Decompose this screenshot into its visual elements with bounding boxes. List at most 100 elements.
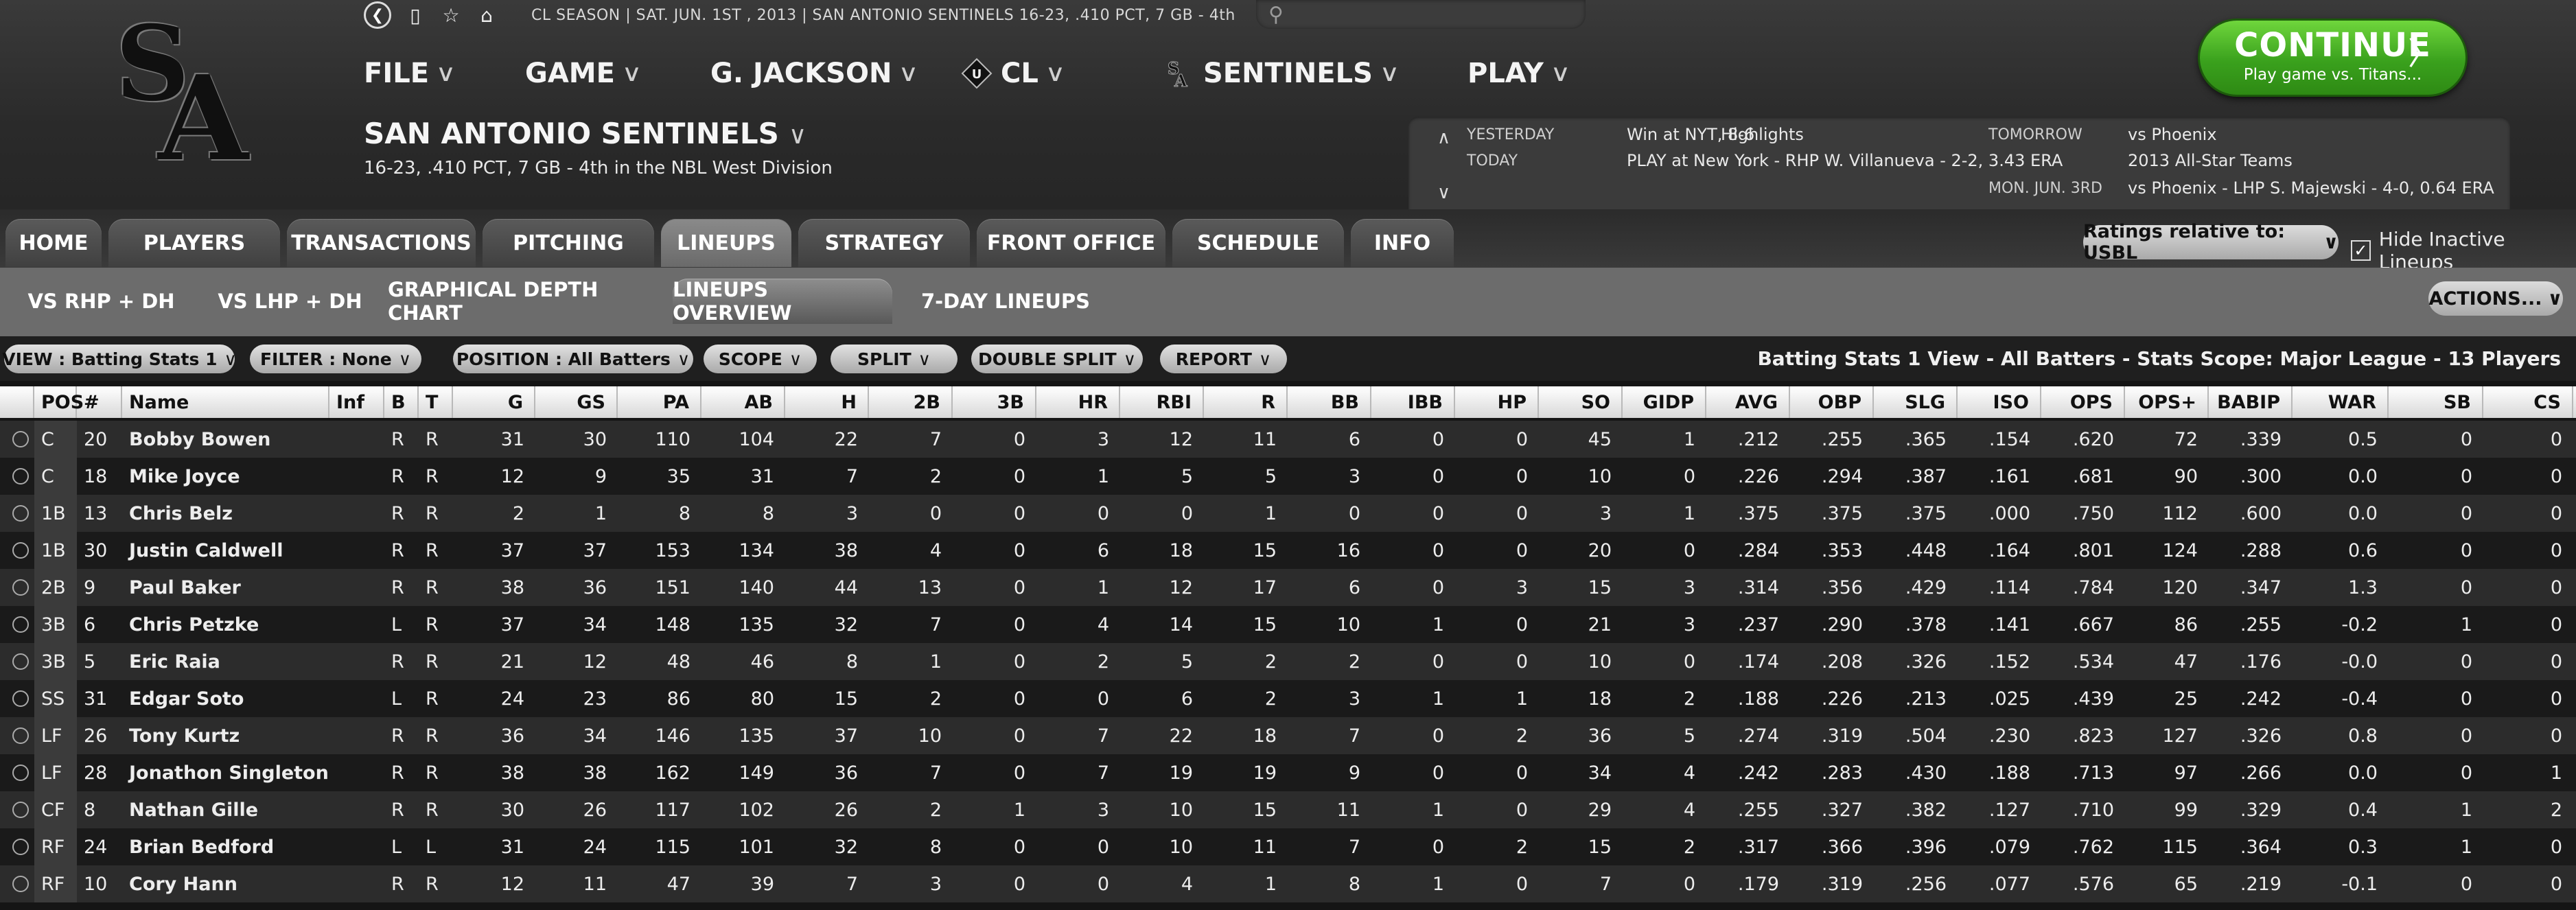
subtab-lineups-overview[interactable]: LINEUPS OVERVIEW bbox=[673, 278, 892, 325]
column-header[interactable]: AVG bbox=[1706, 386, 1790, 418]
row-select-cell[interactable] bbox=[7, 532, 34, 569]
player-name-link[interactable]: Brian Bedford bbox=[122, 828, 329, 865]
table-row[interactable]: LF 26 Tony Kurtz R R 36 34 146 135 37 10 0 7 22 18 7 0 2 3… bbox=[0, 717, 2576, 754]
tab-transactions[interactable]: TRANSACTIONS bbox=[287, 219, 476, 267]
home-icon[interactable]: ⌂ bbox=[475, 3, 498, 27]
row-select-cell[interactable] bbox=[7, 606, 34, 643]
today-game[interactable]: PLAY at New York - RHP W. Villanueva - 2… bbox=[1627, 151, 2063, 170]
page-icon[interactable]: ▯ bbox=[404, 3, 427, 27]
row-select-cell[interactable] bbox=[7, 754, 34, 791]
column-header[interactable]: RBI bbox=[1120, 386, 1204, 418]
row-select-radio[interactable] bbox=[12, 468, 29, 485]
row-select-radio[interactable] bbox=[12, 765, 29, 781]
menu-play[interactable]: PLAY ∨ bbox=[1467, 58, 1570, 89]
row-select-radio[interactable] bbox=[12, 727, 29, 744]
subtab-7-day-lineups[interactable]: 7-DAY LINEUPS bbox=[913, 279, 1098, 324]
row-select-radio[interactable] bbox=[12, 839, 29, 855]
row-select-cell[interactable] bbox=[7, 791, 34, 828]
row-select-radio[interactable] bbox=[12, 579, 29, 596]
player-name-link[interactable]: Mike Joyce bbox=[122, 458, 329, 495]
table-row[interactable]: 2B 9 Paul Baker R R 38 36 151 140 44 13 0 1 12 17 6 0 3 15… bbox=[0, 569, 2576, 606]
table-row[interactable]: RF 10 Cory Hann R R 12 11 47 39 7 3 0 0 4 1 8 1 0 7 0.179.3… bbox=[0, 865, 2576, 902]
team-name-dropdown[interactable]: SAN ANTONIO SENTINELS ∨ bbox=[364, 117, 807, 150]
chevron-up-icon[interactable]: ∧ bbox=[1437, 128, 1450, 148]
scope-dropdown[interactable]: SCOPE ∨ bbox=[704, 345, 817, 373]
column-header[interactable]: 3B bbox=[953, 386, 1036, 418]
checkmark-icon[interactable]: ✓ bbox=[2351, 240, 2371, 261]
row-select-cell[interactable] bbox=[7, 569, 34, 606]
column-header[interactable]: HP bbox=[1455, 386, 1539, 418]
tab-front-office[interactable]: FRONT OFFICE bbox=[977, 219, 1165, 267]
column-header[interactable]: HR bbox=[1036, 386, 1120, 418]
row-select-cell[interactable] bbox=[7, 643, 34, 680]
column-header[interactable]: GS bbox=[535, 386, 618, 418]
row-select-radio[interactable] bbox=[12, 802, 29, 818]
column-header[interactable]: IBB bbox=[1371, 386, 1455, 418]
column-header[interactable]: Inf bbox=[329, 386, 384, 418]
row-select-radio[interactable] bbox=[12, 431, 29, 447]
row-select-radio[interactable] bbox=[12, 690, 29, 707]
tab-lineups[interactable]: LINEUPS bbox=[661, 219, 791, 267]
column-header[interactable]: 2B bbox=[869, 386, 953, 418]
split-dropdown[interactable]: SPLIT ∨ bbox=[831, 345, 958, 373]
player-name-link[interactable]: Edgar Soto bbox=[122, 680, 329, 717]
menu-team[interactable]: SA SENTINELS ∨ bbox=[1163, 58, 1400, 89]
highlights-link[interactable]: Highlights bbox=[1721, 125, 1804, 144]
menu-file[interactable]: FILE ∨ bbox=[364, 58, 456, 89]
row-select-radio[interactable] bbox=[12, 542, 29, 559]
column-header[interactable]: BB bbox=[1288, 386, 1371, 418]
column-header[interactable]: CS bbox=[2483, 386, 2573, 418]
tomorrow-game[interactable]: vs Phoenix bbox=[2128, 125, 2217, 144]
table-row[interactable]: SS 31 Edgar Soto L R 24 23 86 80 15 2 0 0 6 2 3 1 1 18 2.18… bbox=[0, 680, 2576, 717]
column-header[interactable]: POS bbox=[34, 386, 84, 418]
row-select-cell[interactable] bbox=[7, 421, 34, 458]
tab-pitching[interactable]: PITCHING bbox=[483, 219, 654, 267]
row-select-cell[interactable] bbox=[7, 458, 34, 495]
search-icon[interactable]: ⚲ bbox=[1268, 3, 1284, 27]
back-icon[interactable]: ❮ bbox=[364, 1, 391, 29]
column-header[interactable]: WAR bbox=[2293, 386, 2389, 418]
column-header[interactable]: B bbox=[384, 386, 419, 418]
row-select-radio[interactable] bbox=[12, 653, 29, 670]
double-split-dropdown[interactable]: DOUBLE SPLIT ∨ bbox=[971, 345, 1143, 373]
column-header[interactable]: SB bbox=[2389, 386, 2483, 418]
table-row[interactable]: 1B 30 Justin Caldwell R R 37 37 153 134 38 4 0 6 18 15… bbox=[0, 532, 2576, 569]
player-name-link[interactable]: Chris Belz bbox=[122, 495, 329, 532]
player-name-link[interactable]: Nathan Gille bbox=[122, 791, 329, 828]
player-name-link[interactable]: Eric Raia bbox=[122, 643, 329, 680]
column-header[interactable]: H bbox=[785, 386, 869, 418]
column-header[interactable]: G bbox=[453, 386, 535, 418]
column-header[interactable]: R bbox=[1204, 386, 1288, 418]
allstar-link[interactable]: 2013 All-Star Teams bbox=[2128, 151, 2293, 170]
column-header[interactable]: SO bbox=[1539, 386, 1623, 418]
row-select-radio[interactable] bbox=[12, 876, 29, 892]
filter-dropdown[interactable]: FILTER : None ∨ bbox=[250, 345, 421, 373]
menu-game[interactable]: GAME ∨ bbox=[525, 58, 642, 89]
team-logo[interactable]: S A bbox=[103, 12, 268, 177]
column-header[interactable]: OBP bbox=[1790, 386, 1874, 418]
ratings-relative-dropdown[interactable]: Ratings relative to: USBL ∨ bbox=[2083, 221, 2339, 264]
table-row[interactable]: LF 28 Jonathon Singleton R R 38 38 162 149 36 7 0 7 1… bbox=[0, 754, 2576, 791]
column-header[interactable]: PA bbox=[618, 386, 701, 418]
tab-players[interactable]: PLAYERS bbox=[108, 219, 280, 267]
column-header[interactable]: ISO bbox=[1958, 386, 2041, 418]
column-header[interactable]: OPS+ bbox=[2125, 386, 2209, 418]
row-select-cell[interactable] bbox=[7, 495, 34, 532]
view-dropdown[interactable]: VIEW : Batting Stats 1 ∨ bbox=[2, 345, 237, 373]
row-select-cell[interactable] bbox=[7, 680, 34, 717]
column-header[interactable]: SLG bbox=[1874, 386, 1958, 418]
row-select-radio[interactable] bbox=[12, 505, 29, 522]
player-name-link[interactable]: Chris Petzke bbox=[122, 606, 329, 643]
table-row[interactable]: 3B 5 Eric Raia R R 21 12 48 46 8 1 0 2 5 2 2 0 0 10 0.174.2… bbox=[0, 643, 2576, 680]
menu-manager[interactable]: G. JACKSON ∨ bbox=[710, 58, 919, 89]
monday-game[interactable]: vs Phoenix - LHP S. Majewski - 4-0, 0.64… bbox=[2128, 178, 2494, 198]
menu-league[interactable]: U CL ∨ bbox=[961, 58, 1065, 89]
column-header[interactable]: OPS bbox=[2041, 386, 2125, 418]
table-row[interactable]: RF 24 Brian Bedford L L 31 24 115 101 32 8 0 0 10 11 7 0… bbox=[0, 828, 2576, 865]
table-row[interactable]: 3B 6 Chris Petzke L R 37 34 148 135 32 7 0 4 14 15 10 1 0… bbox=[0, 606, 2576, 643]
subtab-depth-chart[interactable]: GRAPHICAL DEPTH CHART bbox=[388, 278, 638, 325]
chevron-down-icon[interactable]: ∨ bbox=[1437, 183, 1450, 203]
table-row[interactable]: 1B 13 Chris Belz R R 2 1 8 8 3 0 0 0 0 1 0 0 0 3 1 .375 .375.… bbox=[0, 495, 2576, 532]
row-select-cell[interactable] bbox=[7, 865, 34, 902]
subtab-vs-rhp[interactable]: VS RHP + DH bbox=[10, 279, 192, 324]
